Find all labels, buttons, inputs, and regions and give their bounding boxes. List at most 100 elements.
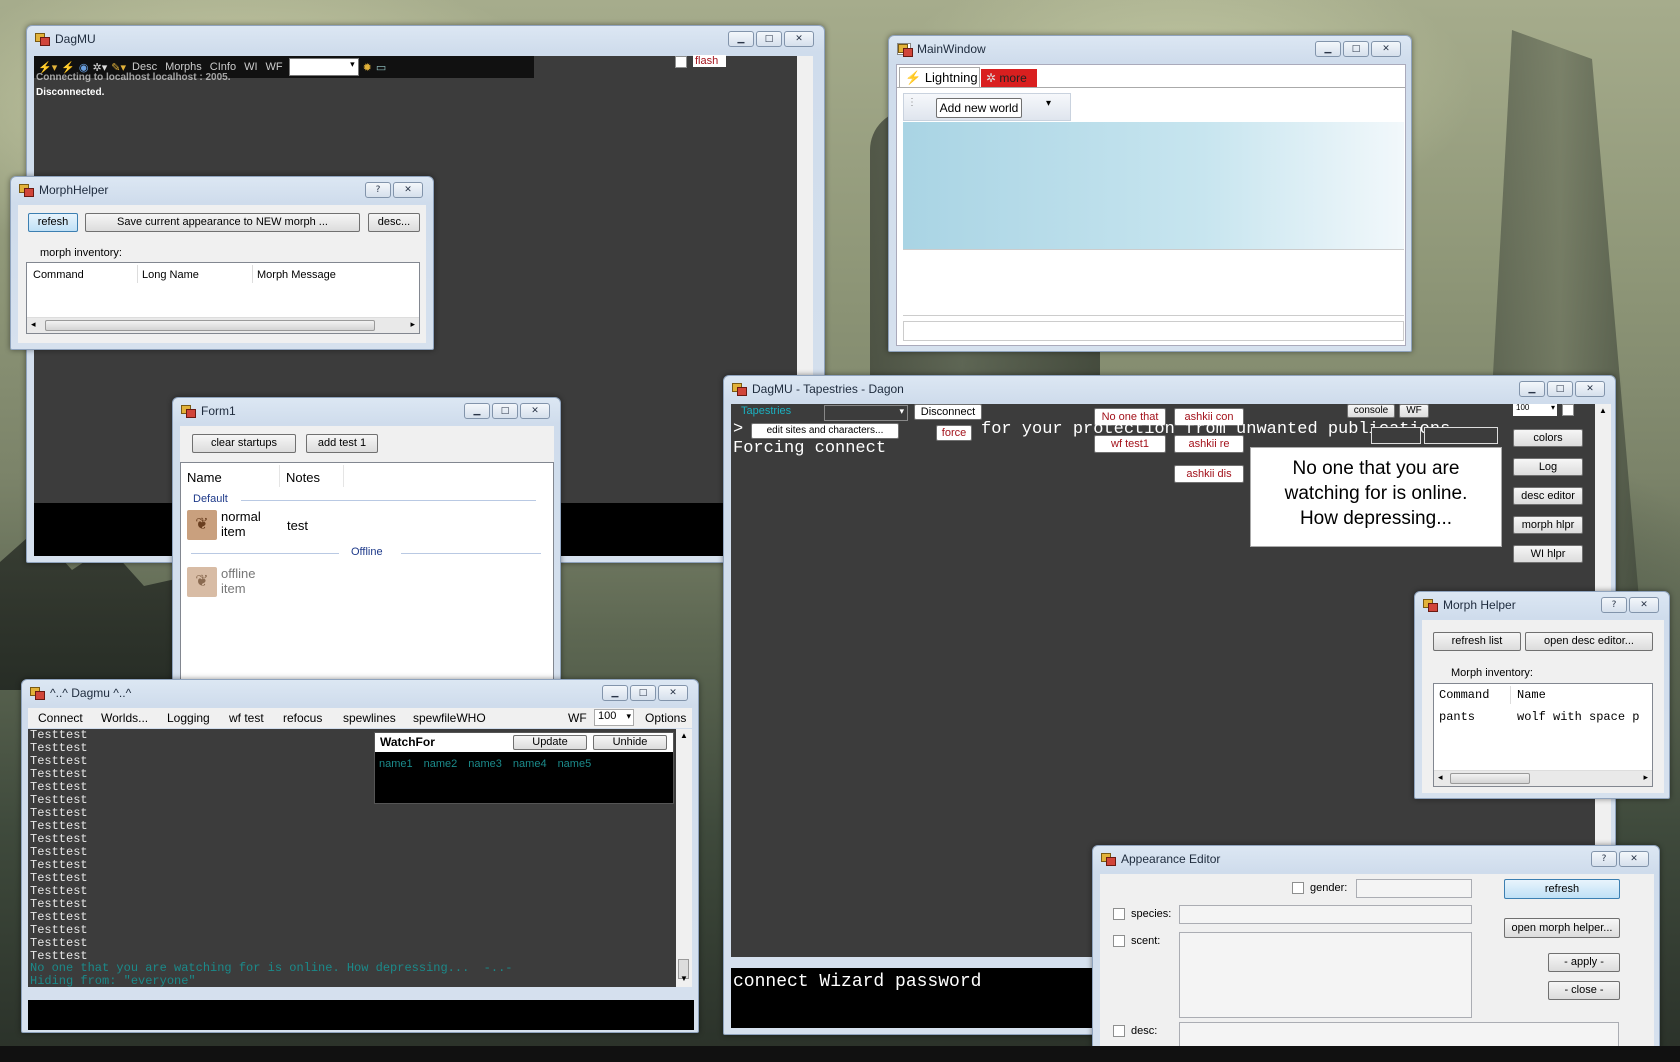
ashkii-re-button[interactable]: ashkii re <box>1174 435 1244 453</box>
maximize-button[interactable]: □ <box>630 685 656 701</box>
maximize-button[interactable]: □ <box>1547 381 1573 397</box>
force-button[interactable]: force <box>936 425 972 441</box>
column-header[interactable]: Morph Message <box>257 269 336 281</box>
count-select[interactable]: 100 ▾ <box>594 709 634 726</box>
apply-button[interactable]: - apply - <box>1548 953 1620 972</box>
scent-field[interactable] <box>1179 932 1472 1018</box>
refresh-button[interactable]: refresh <box>1504 879 1620 899</box>
title-bar[interactable]: Appearance Editor <box>1093 846 1659 872</box>
species-field[interactable] <box>1179 905 1472 924</box>
watch-name[interactable]: name4 <box>513 758 547 770</box>
output-scrollbar[interactable]: ▲ ▼ <box>676 729 692 987</box>
status-field[interactable] <box>1371 427 1421 444</box>
morph-inventory-list[interactable]: Command Name pants wolf with space p ◂ ▸ <box>1433 683 1653 787</box>
species-checkbox[interactable] <box>1113 908 1125 920</box>
scroll-left-icon[interactable]: ◂ <box>1438 772 1443 783</box>
table-cell[interactable]: pants <box>1439 710 1475 724</box>
world-select[interactable]: ▾ <box>824 405 908 421</box>
title-bar[interactable]: ^..^ Dagmu ^..^ <box>22 680 698 706</box>
close-button[interactable]: ✕ <box>520 403 550 419</box>
open-morph-helper-button[interactable]: open morph helper... <box>1504 918 1620 938</box>
menu-connect[interactable]: Connect <box>38 711 83 725</box>
watch-name[interactable]: name2 <box>424 758 458 770</box>
refresh-list-button[interactable]: refresh list <box>1433 632 1521 651</box>
scroll-thumb[interactable] <box>45 320 375 331</box>
option-checkbox[interactable] <box>1562 404 1574 416</box>
wf-test1-button[interactable]: wf test1 <box>1094 435 1166 453</box>
list-item-name[interactable]: offline item <box>221 566 276 596</box>
horizontal-scrollbar[interactable]: ◂ ▸ <box>1434 770 1652 786</box>
disconnect-button[interactable]: Disconnect <box>914 404 982 420</box>
wf-button[interactable]: WF <box>264 61 285 73</box>
table-cell[interactable]: wolf with space p <box>1517 710 1651 724</box>
watch-name[interactable]: name1 <box>379 758 413 770</box>
console-button[interactable]: console <box>1347 404 1395 418</box>
settings-icon[interactable]: ✹ <box>363 61 372 74</box>
maximize-button[interactable]: □ <box>756 31 782 47</box>
update-button[interactable]: Update <box>513 735 587 750</box>
add-test-button[interactable]: add test 1 <box>306 434 378 453</box>
column-header[interactable]: Long Name <box>142 269 199 281</box>
morph-hlpr-button[interactable]: morph hlpr <box>1513 516 1583 534</box>
watch-name[interactable]: name5 <box>558 758 592 770</box>
help-button[interactable]: ? <box>1591 851 1617 867</box>
chevron-down-icon[interactable]: ▾ <box>1046 98 1051 109</box>
column-header-notes[interactable]: Notes <box>286 470 320 485</box>
wi-button[interactable]: WI <box>242 61 259 73</box>
help-button[interactable]: ? <box>365 182 391 198</box>
refresh-button[interactable]: refesh <box>28 213 78 232</box>
wi-hlpr-button[interactable]: WI hlpr <box>1513 545 1583 563</box>
close-button[interactable]: ✕ <box>1619 851 1649 867</box>
count-select[interactable]: 100 ▾ <box>1513 404 1557 416</box>
desc-button[interactable]: desc... <box>368 213 420 232</box>
menu-logging[interactable]: Logging <box>167 711 210 725</box>
buddy-list[interactable]: Name Notes Default ❦ normal item test Of… <box>180 462 554 688</box>
column-header-name[interactable]: Name <box>187 470 222 485</box>
tab-more[interactable]: ✲ more <box>981 69 1037 87</box>
world-select[interactable]: ▾ <box>288 58 359 76</box>
close-button[interactable]: ✕ <box>1575 381 1605 397</box>
scroll-thumb[interactable] <box>1450 773 1530 784</box>
close-button[interactable]: ✕ <box>658 685 688 701</box>
edit-sites-button[interactable]: edit sites and characters... <box>751 423 899 439</box>
minimize-button[interactable]: ▁ <box>728 31 754 47</box>
menu-spewfilewho[interactable]: spewfileWHO <box>413 711 486 725</box>
column-header[interactable]: Command <box>33 269 84 281</box>
open-desc-editor-button[interactable]: open desc editor... <box>1525 632 1653 651</box>
minimize-button[interactable]: ▁ <box>464 403 490 419</box>
watch-name[interactable]: name3 <box>468 758 502 770</box>
tab-lightning[interactable]: ⚡ Lightning <box>899 67 980 87</box>
desc-editor-button[interactable]: desc editor <box>1513 487 1583 505</box>
gender-field[interactable] <box>1356 879 1472 898</box>
morph-inventory-list[interactable]: Command Long Name Morph Message ◂ ▸ <box>26 262 420 334</box>
colors-button[interactable]: colors <box>1513 429 1583 447</box>
minimize-button[interactable]: ▁ <box>1315 41 1341 57</box>
close-button[interactable]: ✕ <box>784 31 814 47</box>
add-new-world-button[interactable]: Add new world <box>936 98 1022 118</box>
menu-wf[interactable]: WF <box>568 711 587 725</box>
column-header[interactable]: Command <box>1439 688 1489 702</box>
minimize-button[interactable]: ▁ <box>602 685 628 701</box>
scroll-left-icon[interactable]: ◂ <box>31 319 36 330</box>
scroll-up-icon[interactable]: ▲ <box>680 731 688 740</box>
close-button[interactable]: ✕ <box>1371 41 1401 57</box>
scroll-down-icon[interactable]: ▼ <box>680 974 688 983</box>
close-button[interactable]: ✕ <box>393 182 423 198</box>
command-input[interactable] <box>28 1000 694 1030</box>
minimize-button[interactable]: ▁ <box>1519 381 1545 397</box>
console-icon[interactable]: ▭ <box>376 61 386 74</box>
column-header[interactable]: Name <box>1517 688 1546 702</box>
ashkii-dis-button[interactable]: ashkii dis <box>1174 465 1244 483</box>
maximize-button[interactable]: □ <box>1343 41 1369 57</box>
horizontal-scrollbar[interactable]: ◂ ▸ <box>27 317 419 333</box>
wf-button[interactable]: WF <box>1399 404 1429 418</box>
scroll-right-icon[interactable]: ▸ <box>410 319 415 330</box>
close-button-bottom[interactable]: - close - <box>1548 981 1620 1000</box>
scroll-right-icon[interactable]: ▸ <box>1643 772 1648 783</box>
flash-checkbox[interactable] <box>675 56 687 68</box>
menu-spewlines[interactable]: spewlines <box>343 711 396 725</box>
list-item-name[interactable]: normal item <box>221 509 276 539</box>
scroll-up-icon[interactable]: ▲ <box>1599 406 1607 415</box>
save-morph-button[interactable]: Save current appearance to NEW morph ... <box>85 213 360 232</box>
close-button[interactable]: ✕ <box>1629 597 1659 613</box>
